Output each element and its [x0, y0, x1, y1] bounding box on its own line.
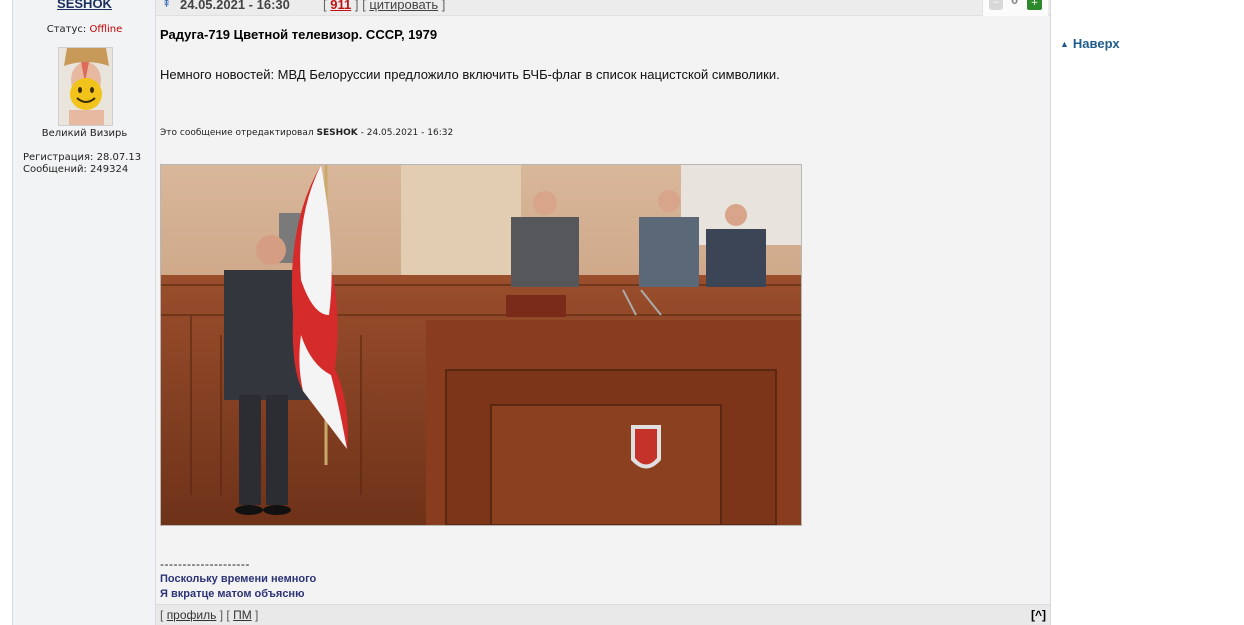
avatar[interactable]: [58, 47, 113, 126]
rate-up-icon[interactable]: +: [1027, 0, 1042, 10]
post-title: Радуга-719 Цветной телевизор. СССР, 1979: [160, 27, 438, 42]
scroll-top-button[interactable]: [^]: [1031, 608, 1046, 622]
post-content: ⇞ 24.05.2021 - 16:30 [ 911 ] [ цитироват…: [156, 0, 1050, 625]
rating-value: 0: [1011, 0, 1018, 7]
author-username[interactable]: SESHOK: [13, 0, 156, 11]
bracket: [: [160, 608, 164, 622]
triangle-up-icon: ▲: [1060, 39, 1069, 49]
author-rank: Великий Визирь: [41, 128, 128, 139]
rate-down-icon[interactable]: −: [989, 0, 1003, 10]
status-value: Offline: [89, 24, 123, 35]
signature-separator: --------------------: [160, 557, 250, 571]
post-body: Немного новостей: МВД Белоруссии предлож…: [160, 67, 780, 82]
post-number-link[interactable]: 911: [330, 0, 351, 12]
bracket: ] [: [219, 608, 230, 622]
bracket: ] [: [354, 0, 366, 12]
pm-link[interactable]: ПМ: [233, 608, 252, 622]
edit-user: SESHOK: [316, 128, 358, 138]
post-image[interactable]: [160, 164, 802, 526]
naverh-label: Наверх: [1072, 36, 1120, 51]
post-links: [ 911 ] [ цитировать ]: [323, 0, 445, 12]
author-status: Статус: Offline: [13, 24, 156, 35]
edit-suffix: - 24.05.2021 - 16:32: [360, 128, 454, 138]
signature-line-2: Я вкратце матом объясню: [160, 588, 305, 600]
forum-post: SESHOK Статус: Offline Великий Визирь Ре…: [12, 0, 1051, 625]
status-label: Статус:: [46, 24, 87, 35]
footer-links: [ профиль ] [ ПМ ]: [160, 608, 258, 622]
signature-line-1: Поскольку времени немного: [160, 573, 317, 585]
bracket: ]: [255, 608, 259, 622]
post-date: 24.05.2021 - 16:30: [180, 0, 290, 12]
edit-note: Это сообщение отредактировал SESHOK - 24…: [160, 128, 453, 138]
author-panel: SESHOK Статус: Offline Великий Визирь Ре…: [13, 0, 156, 625]
post-footer: [ профиль ] [ ПМ ] [^]: [156, 604, 1050, 625]
photo-illustration: [161, 165, 801, 525]
bracket: [: [323, 0, 327, 12]
rating-box: − 0 +: [982, 0, 1048, 16]
post-header: [156, 0, 1050, 16]
back-to-top-link[interactable]: ▲ Наверх: [1060, 36, 1120, 51]
author-registration: Регистрация: 28.07.13: [23, 152, 142, 163]
avatar-image: [59, 48, 112, 125]
edit-prefix: Это сообщение отредактировал: [160, 128, 314, 138]
author-messages: Сообщений: 249324: [23, 164, 129, 175]
anchor-icon[interactable]: ⇞: [162, 0, 171, 10]
profile-link[interactable]: профиль: [167, 608, 217, 622]
bracket: ]: [441, 0, 446, 12]
quote-link[interactable]: цитировать: [369, 0, 438, 12]
